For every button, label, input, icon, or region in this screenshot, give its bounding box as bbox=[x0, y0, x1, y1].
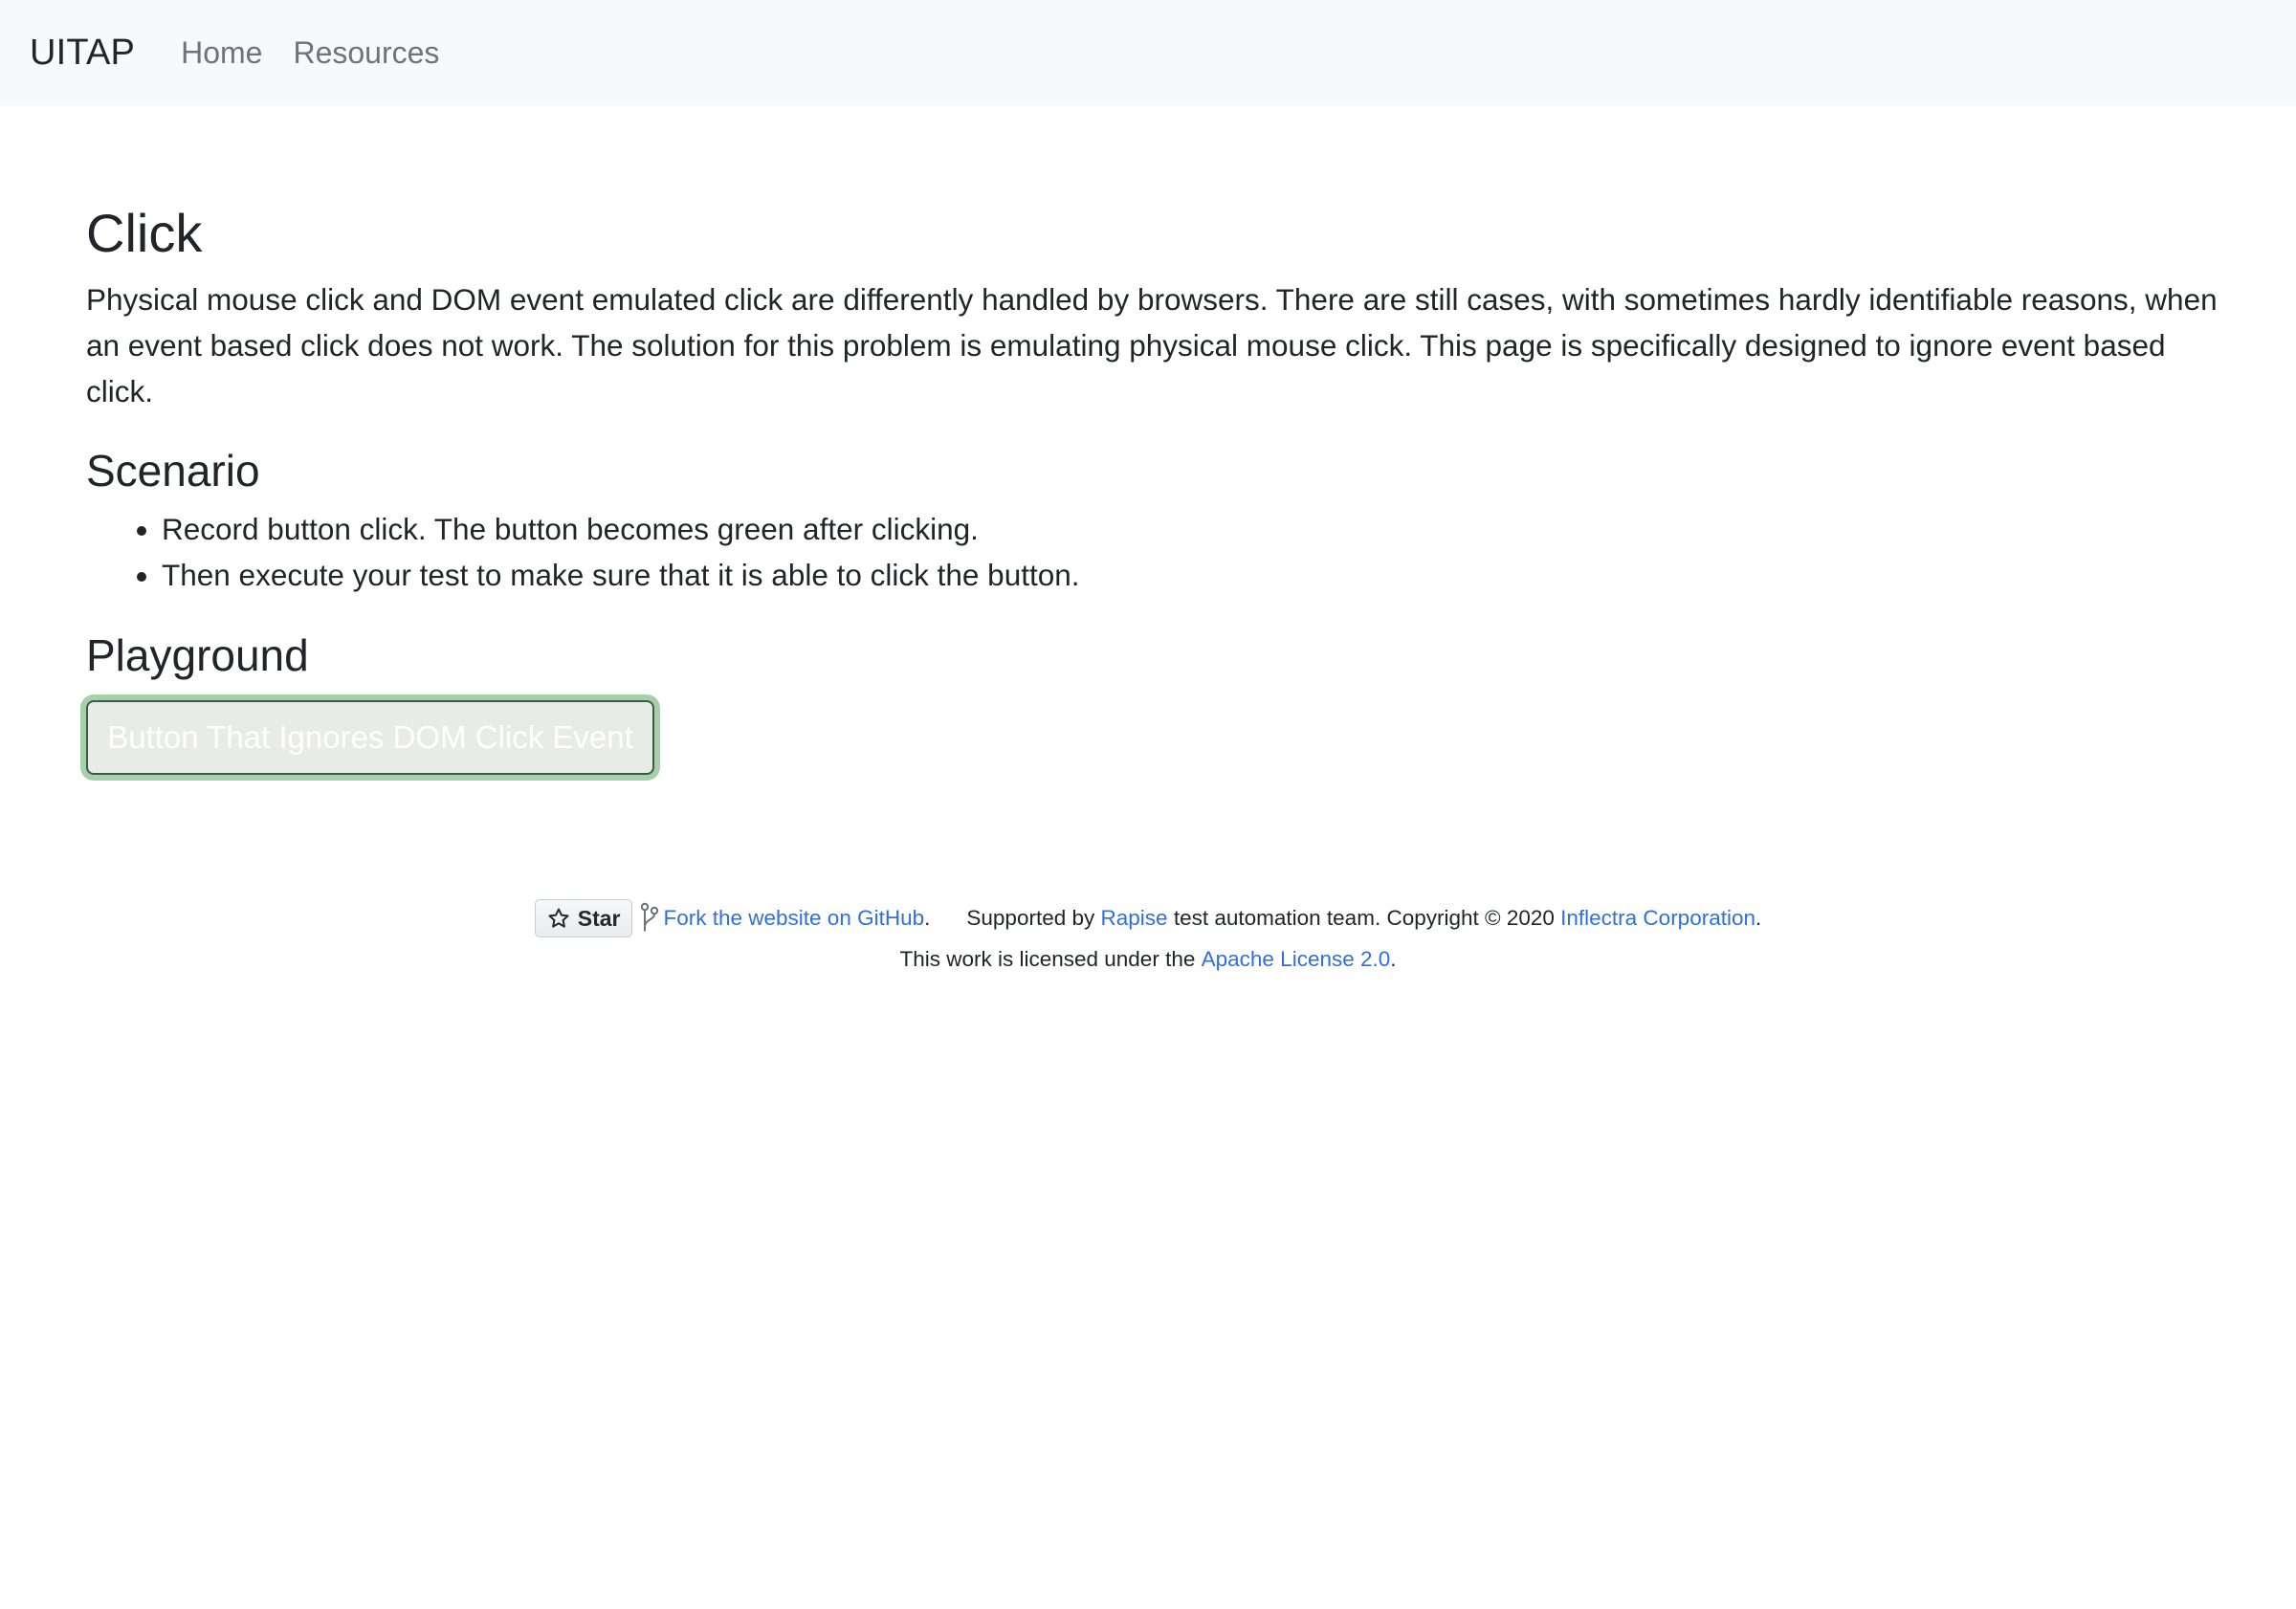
nav-home-link[interactable]: Home bbox=[181, 35, 262, 71]
nav-resources-link[interactable]: Resources bbox=[293, 35, 439, 71]
inflectra-link[interactable]: Inflectra Corporation bbox=[1560, 906, 1755, 931]
period-text: . bbox=[924, 906, 931, 930]
apache-license-link[interactable]: Apache License 2.0 bbox=[1202, 947, 1391, 971]
brand-link[interactable]: UITAP bbox=[30, 33, 135, 74]
star-label: Star bbox=[577, 905, 621, 931]
playground-area: Button That Ignores DOM Click Event bbox=[86, 700, 654, 775]
scenario-list: Record button click. The button becomes … bbox=[86, 506, 2219, 598]
period-text: . bbox=[1755, 906, 1762, 930]
page-footer: Star Fork the website on GitHub . Suppor… bbox=[0, 899, 2296, 972]
license-text: This work is licensed under the bbox=[899, 947, 1196, 971]
github-star-button[interactable]: Star bbox=[534, 899, 633, 937]
supported-by-text: Supported by bbox=[966, 906, 1095, 930]
footer-line-1: Star Fork the website on GitHub . Suppor… bbox=[0, 899, 2296, 937]
top-navbar: UITAP Home Resources bbox=[0, 0, 2296, 106]
page-description: Physical mouse click and DOM event emula… bbox=[86, 282, 2218, 408]
scenario-step: Then execute your test to make sure that… bbox=[162, 552, 2219, 598]
main-content: Click Physical mouse click and DOM event… bbox=[86, 196, 2219, 775]
scenario-heading: Scenario bbox=[86, 446, 260, 496]
fork-github-link[interactable]: Fork the website on GitHub bbox=[663, 906, 924, 931]
scenario-step: Record button click. The button becomes … bbox=[162, 506, 2219, 552]
fork-icon bbox=[640, 902, 659, 935]
footer-line-2: This work is licensed under the Apache L… bbox=[0, 947, 2296, 972]
rapise-link[interactable]: Rapise bbox=[1101, 906, 1168, 931]
ignore-dom-click-button[interactable]: Button That Ignores DOM Click Event bbox=[86, 700, 654, 775]
star-icon bbox=[548, 908, 569, 928]
period-text: . bbox=[1390, 947, 1397, 971]
page-title: Click bbox=[86, 203, 203, 263]
copyright-text: test automation team. Copyright © 2020 bbox=[1173, 906, 1555, 930]
playground-heading: Playground bbox=[86, 630, 309, 680]
